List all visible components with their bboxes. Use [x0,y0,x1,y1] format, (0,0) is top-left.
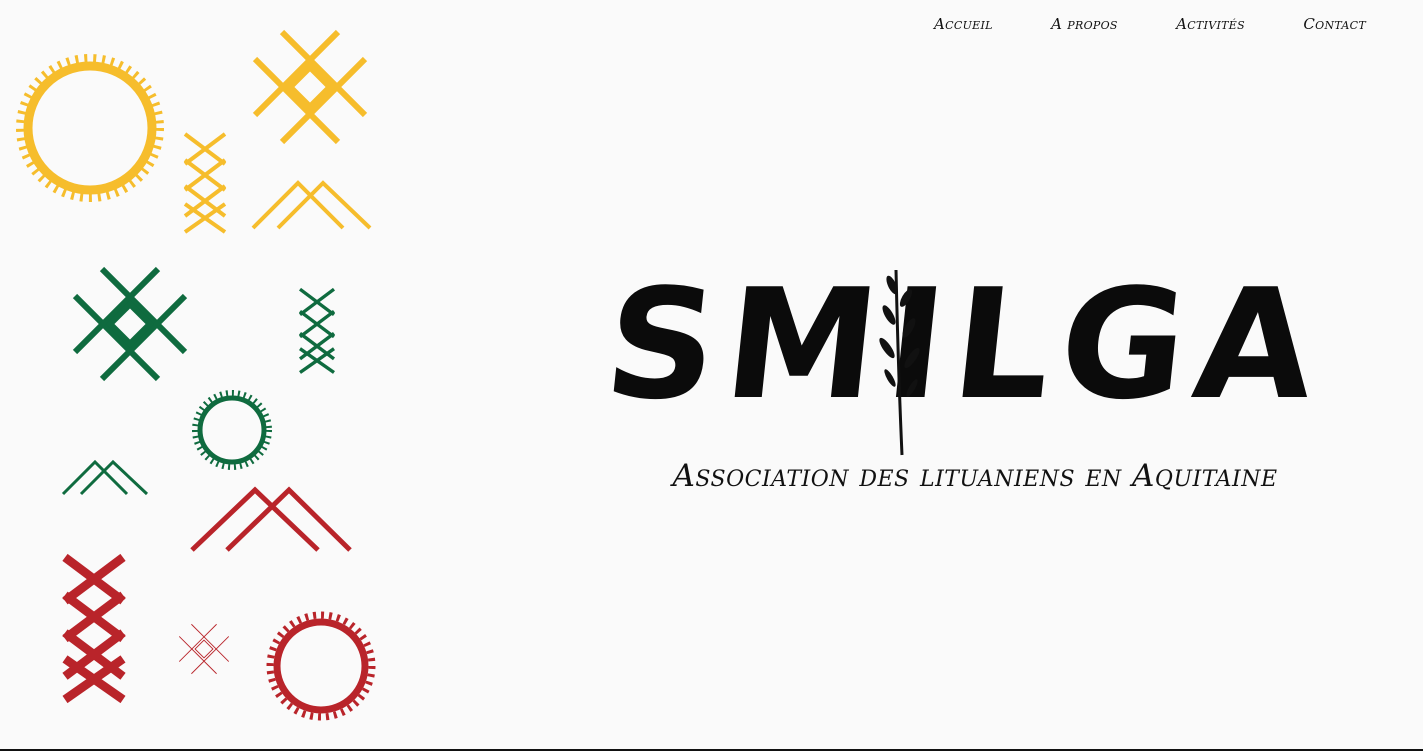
yellow-sun-icon [16,54,164,202]
logo-subtitle: Association des lituaniens en Aquitaine [672,458,1278,494]
top-nav: Accueil A propos Activités Contact [930,10,1370,38]
red-sun-icon [266,611,376,721]
ornament-panel [16,0,376,721]
logo-wordmark: SMILGA [597,256,1333,433]
green-x-chain-icon [298,287,336,375]
nav-link-accueil[interactable]: Accueil [930,13,997,35]
nav-link-activites[interactable]: Activités [1172,13,1249,35]
green-diamond-cross-icon [75,269,185,379]
nav-link-contact[interactable]: Contact [1299,13,1370,35]
yellow-diamond-cross-icon [255,32,365,142]
red-x-chain-icon [65,557,123,699]
yellow-mountain-icon [251,180,372,230]
green-sun-icon [192,390,272,470]
red-mountain-icon [190,486,352,552]
red-small-diamond-cross-icon [178,623,230,675]
yellow-x-chain-icon [183,132,227,234]
green-mountain-icon [61,459,149,496]
smilga-logo: SMILGA [585,255,1345,465]
nav-link-a-propos[interactable]: A propos [1047,13,1122,35]
grass-sprig-icon [879,269,920,456]
